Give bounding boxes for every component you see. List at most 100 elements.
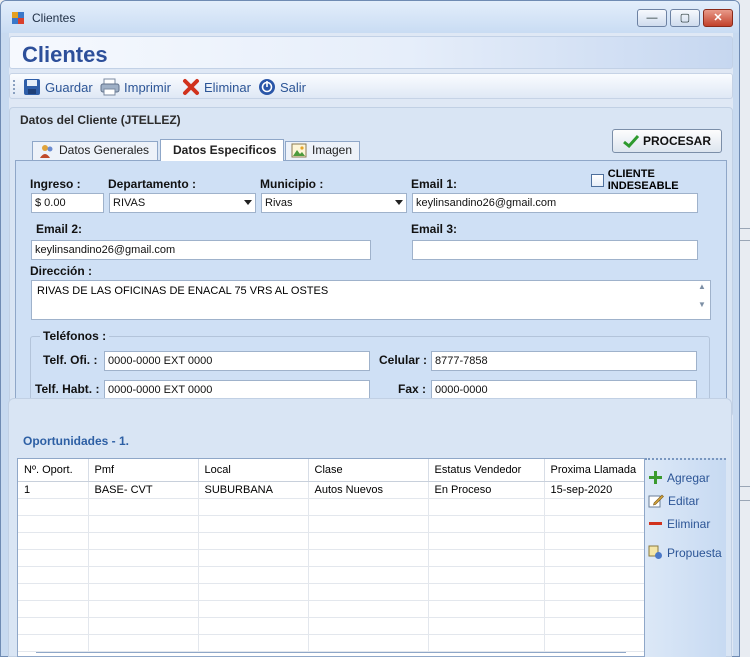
delete-button[interactable]: Eliminar xyxy=(182,76,251,98)
textarea-scrollbar[interactable]: ▲ ▼ xyxy=(695,282,709,318)
print-label: Imprimir xyxy=(124,79,171,95)
empty-row xyxy=(18,634,644,652)
procesar-label: PROCESAR xyxy=(642,134,711,148)
email1-label: Email 1: xyxy=(411,177,458,191)
close-icon[interactable]: ✕ xyxy=(703,9,733,27)
office-phone-label: Telf. Ofi. : xyxy=(43,353,98,367)
email3-field[interactable] xyxy=(412,240,698,260)
chevron-down-icon xyxy=(395,200,403,205)
municipio-value: Rivas xyxy=(265,197,293,209)
email2-label: Email 2: xyxy=(36,222,83,236)
empty-row xyxy=(18,498,644,516)
toolbar: Guardar Imprimir Eliminar Salir xyxy=(9,73,733,99)
plus-icon xyxy=(649,471,662,484)
header-band: Clientes xyxy=(9,36,733,69)
direccion-value: RIVAS DE LAS OFICINAS DE ENACAL 75 VRS A… xyxy=(37,285,329,297)
opportunities-title: Oportunidades - 1. xyxy=(23,434,130,448)
cell: En Proceso xyxy=(428,481,545,499)
column-header[interactable]: Proxima Llamada xyxy=(544,459,644,482)
empty-row xyxy=(18,549,644,567)
add-opportunity-button[interactable]: Agregar xyxy=(648,470,710,485)
cell: BASE- CVT xyxy=(88,481,199,499)
proposal-label: Propuesta xyxy=(667,545,722,560)
column-header[interactable]: Local xyxy=(198,459,309,482)
departamento-label: Departamento : xyxy=(108,177,197,191)
column-header[interactable]: Nº. Oport. xyxy=(18,459,89,482)
empty-row xyxy=(18,532,644,550)
save-button[interactable]: Guardar xyxy=(23,76,93,98)
office-phone-field[interactable]: 0000-0000 EXT 0000 xyxy=(104,351,370,371)
empty-row xyxy=(18,566,644,584)
delete-label: Eliminar xyxy=(204,79,251,95)
empty-row xyxy=(18,583,644,601)
grid-horizontal-scrollbar[interactable] xyxy=(36,652,626,656)
empty-row xyxy=(18,617,644,635)
procesar-button[interactable]: PROCESAR xyxy=(612,129,722,153)
checkmark-icon xyxy=(623,134,639,148)
exit-label: Salir xyxy=(280,79,307,95)
cell: 15-sep-2020 xyxy=(544,481,644,499)
tab-label: Datos Generales xyxy=(59,143,150,157)
client-data-panel: Datos del Cliente (JTELLEZ) Datos Genera… xyxy=(9,107,733,417)
tab-datos-generales[interactable]: Datos Generales xyxy=(32,141,158,160)
power-icon xyxy=(259,79,275,95)
home-phone-field[interactable]: 0000-0000 EXT 0000 xyxy=(104,380,370,400)
maximize-icon[interactable]: ▢ xyxy=(670,9,700,27)
departamento-value: RIVAS xyxy=(113,197,146,209)
tab-label: Datos Especificos xyxy=(173,143,277,157)
save-label: Guardar xyxy=(45,79,93,95)
client-section-title: Datos del Cliente (JTELLEZ) xyxy=(20,113,181,127)
mobile-label: Celular : xyxy=(379,353,428,367)
tab-datos-especificos[interactable]: Datos Especificos xyxy=(160,139,284,161)
cliente-indeseable-checkbox[interactable]: CLIENTE INDESEABLE xyxy=(591,168,726,192)
direccion-textarea[interactable]: RIVAS DE LAS OFICINAS DE ENACAL 75 VRS A… xyxy=(31,280,711,320)
home-phone-label: Telf. Habt. : xyxy=(35,382,100,396)
email2-field[interactable]: keylinsandino26@gmail.com xyxy=(31,240,371,260)
departamento-select[interactable]: RIVAS xyxy=(109,193,256,213)
add-label: Agregar xyxy=(667,470,710,485)
datos-especificos-panel: CLIENTE INDESEABLE Ingreso : $ 0.00 Depa… xyxy=(15,160,727,414)
email1-field[interactable]: keylinsandino26@gmail.com xyxy=(412,193,698,213)
delete-opportunity-label: Eliminar xyxy=(667,516,711,531)
ingreso-label: Ingreso : xyxy=(30,177,81,191)
edit-opportunity-button[interactable]: Editar xyxy=(648,493,699,508)
window-title: Clientes xyxy=(32,11,76,25)
app-icon xyxy=(12,12,24,24)
grid-header-row: Nº. Oport. Pmf Local Clase Estatus Vende… xyxy=(18,459,644,482)
title-bar[interactable]: Clientes — ▢ ✕ xyxy=(1,1,739,33)
fax-field[interactable]: 0000-0000 xyxy=(431,380,697,400)
mobile-field[interactable]: 8777-7858 xyxy=(431,351,697,371)
delete-x-icon xyxy=(183,79,199,95)
delete-opportunity-button[interactable]: Eliminar xyxy=(648,516,710,531)
proposal-button[interactable]: Propuesta xyxy=(648,545,722,560)
minus-icon xyxy=(649,522,662,525)
printer-icon xyxy=(100,78,120,96)
edit-pencil-icon xyxy=(648,494,664,508)
table-row[interactable]: 1 BASE- CVT SUBURBANA Autos Nuevos En Pr… xyxy=(18,481,644,499)
cell: Autos Nuevos xyxy=(308,481,429,499)
opportunities-grid[interactable]: Nº. Oport. Pmf Local Clase Estatus Vende… xyxy=(17,458,645,657)
column-header[interactable]: Estatus Vendedor xyxy=(428,459,545,482)
print-button[interactable]: Imprimir xyxy=(100,76,171,98)
edit-label: Editar xyxy=(668,493,700,508)
exit-button[interactable]: Salir xyxy=(258,76,306,98)
tab-imagen[interactable]: Imagen xyxy=(285,141,360,160)
column-header[interactable]: Clase xyxy=(308,459,429,482)
chevron-down-icon xyxy=(244,200,252,205)
fax-label: Fax : xyxy=(398,382,427,396)
cell: SUBURBANA xyxy=(198,481,309,499)
empty-row xyxy=(18,600,644,618)
toolbar-grip[interactable] xyxy=(13,80,16,94)
tab-label: Imagen xyxy=(312,143,353,157)
cliente-indeseable-label: CLIENTE INDESEABLE xyxy=(607,168,679,192)
direccion-label: Dirección : xyxy=(30,264,93,278)
empty-row xyxy=(18,515,644,533)
save-icon xyxy=(24,79,40,95)
email3-label: Email 3: xyxy=(411,222,458,236)
column-header[interactable]: Pmf xyxy=(88,459,199,482)
minimize-icon[interactable]: — xyxy=(637,9,667,27)
municipio-select[interactable]: Rivas xyxy=(261,193,407,213)
checkbox-box[interactable] xyxy=(591,173,604,187)
ingreso-field[interactable]: $ 0.00 xyxy=(31,193,104,213)
proposal-icon xyxy=(648,545,662,559)
